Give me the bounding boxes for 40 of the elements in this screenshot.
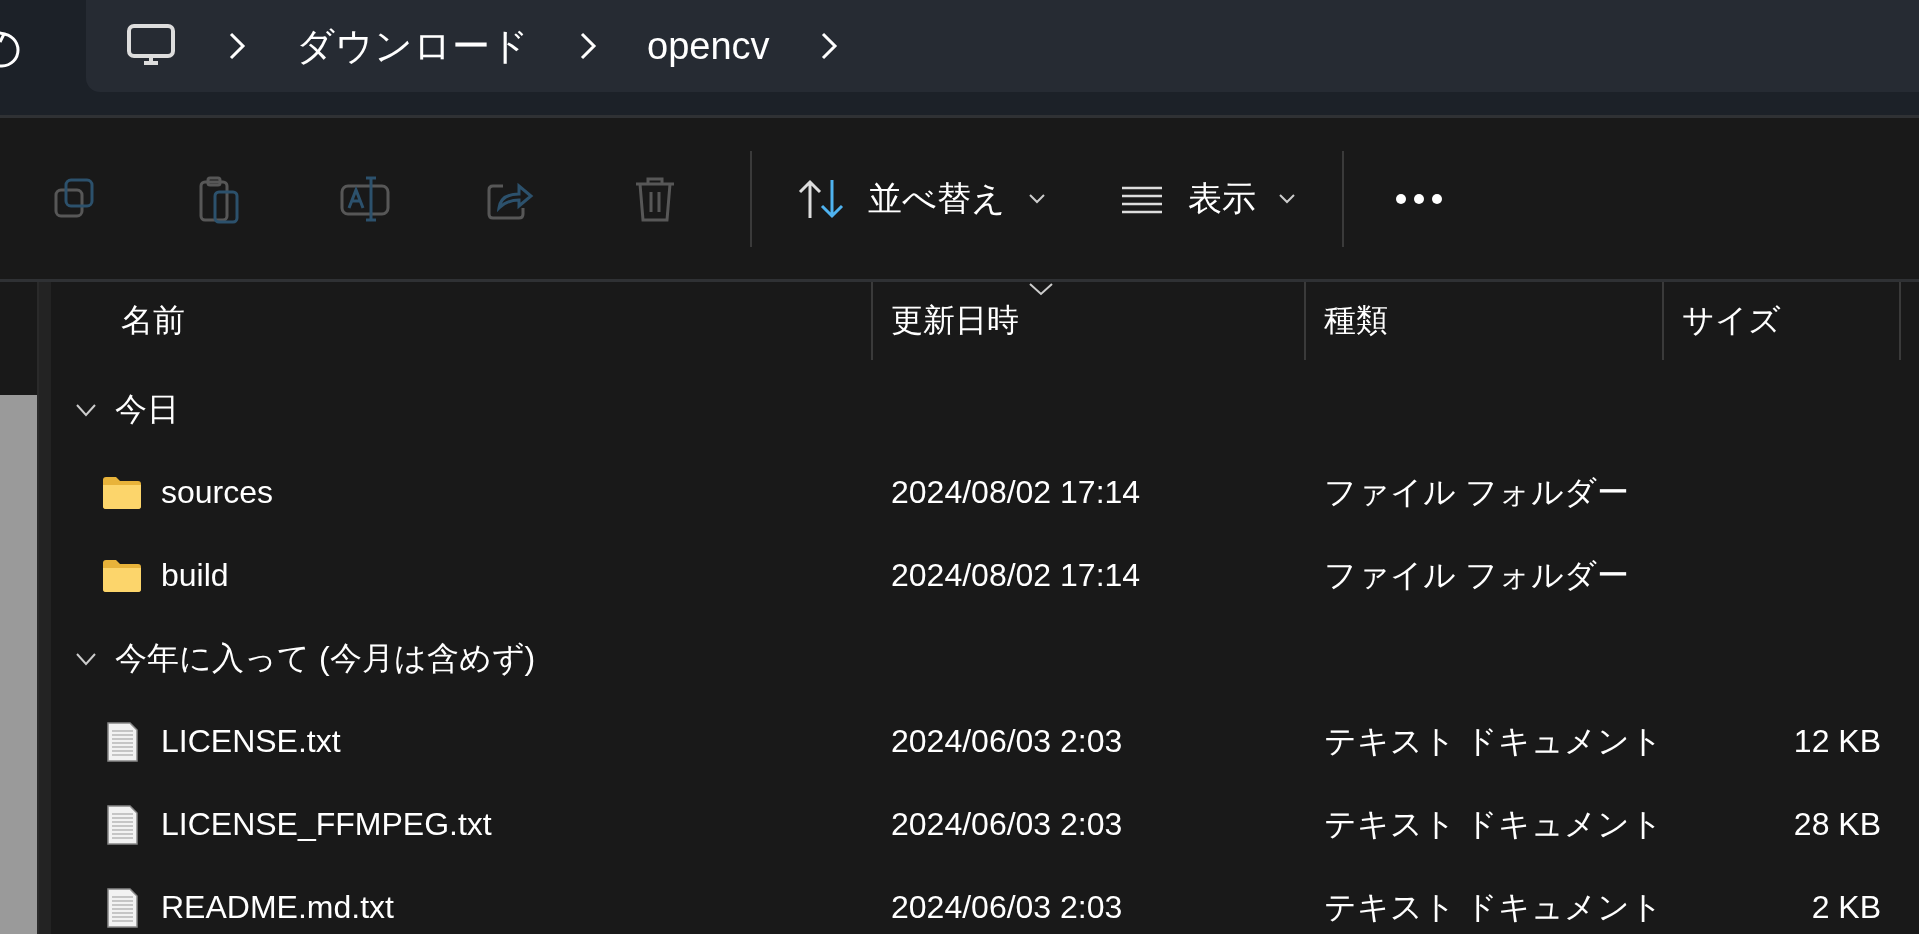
caret-icon	[1028, 192, 1046, 205]
column-header[interactable]: 名前	[51, 282, 873, 360]
file-name[interactable]: sources	[161, 474, 274, 511]
file-name[interactable]: build	[161, 557, 229, 594]
file-name[interactable]: LICENSE.txt	[161, 723, 341, 760]
chevron-down-icon[interactable]	[75, 402, 97, 417]
group-header[interactable]: 今日	[115, 387, 179, 432]
date-cell-text: 2024/06/03 2:03	[890, 723, 1124, 760]
column-header[interactable]: 更新日時	[873, 282, 1306, 360]
date-cell-text: 2024/06/03 2:03	[890, 806, 1124, 843]
address-bar[interactable]: ダウンロード opencv	[86, 0, 1919, 92]
breadcrumb-item[interactable]: opencv	[647, 24, 770, 68]
breadcrumb-item[interactable]: ダウンロード	[296, 20, 529, 72]
caret-icon	[1278, 192, 1296, 205]
chevron-right-icon	[228, 31, 246, 61]
file-name[interactable]: LICENSE_FFMPEG.txt	[161, 806, 492, 843]
sort-button[interactable]: 並べ替え	[782, 165, 1062, 232]
scrollbar-thumb[interactable]	[0, 395, 37, 934]
chevron-right-icon	[819, 31, 838, 61]
group-header[interactable]: 今年に入って (今月は含めず)	[115, 636, 536, 681]
type-cell-text: テキスト ドキュメント	[1323, 721, 1664, 761]
column-header[interactable]: 種類	[1306, 282, 1664, 360]
date-cell-text: 2024/06/03 2:03	[890, 889, 1124, 926]
view-button[interactable]: 表示	[1102, 165, 1312, 232]
size-cell-text: 28 KB	[1792, 806, 1882, 843]
sort-arrows-icon	[798, 177, 846, 220]
type-cell-text: テキスト ドキュメント	[1323, 804, 1664, 844]
date-cell-text: 2024/08/02 17:14	[890, 557, 1142, 594]
type-cell-text: ファイル フォルダー	[1323, 472, 1630, 512]
column-header[interactable]: サイズ	[1664, 282, 1901, 360]
size-cell-text: 2 KB	[1810, 889, 1882, 926]
more-options-icon[interactable]	[1394, 191, 1444, 206]
chevron-down-icon[interactable]	[75, 651, 97, 666]
sort-descending-icon	[1028, 282, 1054, 296]
size-cell-text: 12 KB	[1792, 723, 1882, 760]
type-cell-text: テキスト ドキュメント	[1323, 887, 1664, 927]
date-cell-text: 2024/08/02 17:14	[890, 474, 1142, 511]
chevron-right-icon	[579, 31, 597, 61]
type-cell-text: ファイル フォルダー	[1323, 555, 1630, 595]
file-name[interactable]: README.md.txt	[161, 889, 394, 926]
